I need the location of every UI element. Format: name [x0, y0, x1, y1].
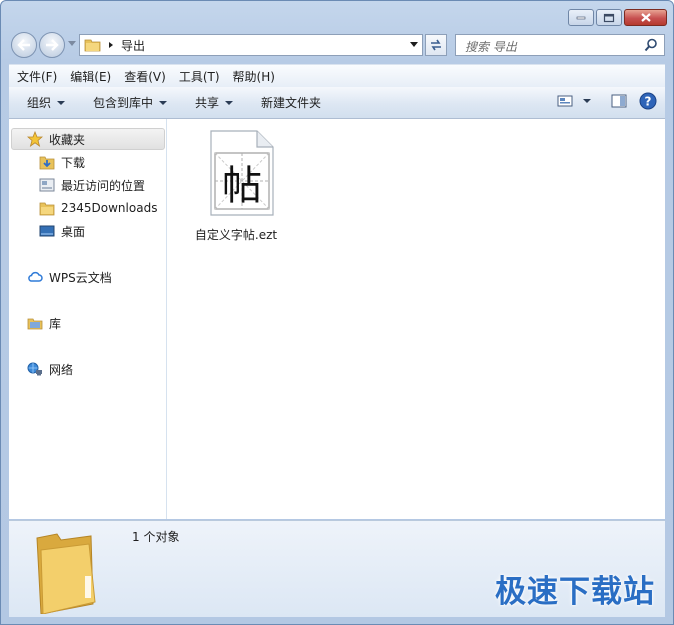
maximize-button[interactable] — [596, 9, 622, 26]
menu-edit[interactable]: 编辑(E) — [65, 68, 116, 85]
address-path: 导出 — [121, 38, 146, 53]
minimize-icon — [576, 16, 586, 19]
address-dropdown-icon[interactable] — [410, 42, 418, 48]
nav-item-network[interactable]: 网络 — [27, 359, 73, 379]
arrow-left-icon — [17, 39, 30, 51]
library-icon — [27, 318, 43, 330]
nav-item-2345downloads[interactable]: 2345Downloads — [39, 198, 157, 218]
file-name: 自定义字帖.ezt — [194, 228, 278, 242]
new-folder-button[interactable]: 新建文件夹 — [253, 91, 329, 115]
nav-item-favorites[interactable]: 收藏夹 — [27, 129, 85, 149]
cloud-icon — [28, 271, 43, 282]
nav-item-network-label: 网络 — [49, 362, 74, 377]
nav-item-2345downloads-label: 2345Downloads — [61, 201, 158, 215]
nav-item-wps-cloud-label: WPS云文档 — [49, 270, 112, 285]
nav-item-libraries-label: 库 — [49, 316, 62, 331]
nav-item-wps-cloud[interactable]: WPS云文档 — [27, 267, 112, 287]
search-icon[interactable] — [644, 38, 658, 52]
nav-item-libraries[interactable]: 库 — [27, 313, 61, 333]
menu-tools[interactable]: 工具(T) — [174, 68, 225, 85]
navigation-pane: 收藏夹 下载 最近访问的位置 2345Downloads 桌面 WPS云文档 库 — [9, 119, 167, 519]
refresh-icon — [431, 39, 441, 51]
navigation-bar: 导出 搜索 导出 — [9, 32, 665, 58]
star-icon — [27, 131, 43, 147]
nav-item-desktop-label: 桌面 — [61, 224, 86, 239]
watermark-text: 极速下载站 — [495, 574, 655, 610]
recent-pages-chevron-icon[interactable] — [68, 41, 76, 47]
include-chevron-icon — [159, 100, 168, 105]
include-in-library-label: 包含到库中 — [93, 96, 154, 110]
breadcrumb-arrow-icon[interactable] — [107, 41, 115, 49]
preview-pane-icon[interactable] — [611, 94, 627, 108]
desktop-icon — [39, 225, 55, 237]
address-bar[interactable]: 导出 — [79, 34, 423, 56]
document-icon: 帖 — [210, 130, 274, 216]
explorer-window: 导出 搜索 导出 文件(F) 编辑(E) 查看(V) 工具(T) 帮助(H) 组… — [0, 0, 674, 625]
downloads-folder-icon — [39, 156, 55, 170]
menu-file[interactable]: 文件(F) — [12, 68, 62, 85]
folder-icon — [39, 202, 55, 216]
share-label: 共享 — [195, 96, 220, 110]
menu-view[interactable]: 查看(V) — [119, 68, 171, 85]
minimize-button[interactable] — [568, 9, 594, 26]
nav-item-recent-label: 最近访问的位置 — [61, 178, 146, 193]
nav-item-recent[interactable]: 最近访问的位置 — [39, 175, 145, 195]
share-chevron-icon — [225, 100, 234, 105]
item-count: 1 个对象 — [132, 530, 180, 544]
view-chevron-icon — [583, 99, 591, 103]
search-placeholder: 搜索 导出 — [465, 40, 517, 54]
close-button[interactable] — [624, 9, 667, 26]
details-pane: 1 个对象 极速下载站 — [9, 520, 665, 617]
help-icon[interactable]: ? — [639, 92, 657, 110]
arrow-right-icon — [46, 39, 59, 51]
network-icon — [27, 362, 42, 376]
file-list: 帖 自定义字帖.ezt — [167, 119, 665, 519]
refresh-button[interactable] — [425, 34, 447, 56]
large-folder-icon — [36, 533, 96, 614]
close-icon — [640, 13, 651, 22]
svg-text:?: ? — [645, 95, 652, 109]
menu-bar: 文件(F) 编辑(E) 查看(V) 工具(T) 帮助(H) — [9, 64, 665, 87]
nav-item-downloads[interactable]: 下载 — [39, 152, 85, 172]
view-icon — [557, 95, 573, 107]
file-glyph: 帖 — [222, 163, 262, 209]
back-button[interactable] — [11, 32, 37, 58]
maximize-icon — [603, 13, 615, 22]
organize-button[interactable]: 组织 — [19, 91, 73, 115]
nav-item-downloads-label: 下载 — [61, 155, 86, 170]
include-in-library-button[interactable]: 包含到库中 — [85, 91, 175, 115]
organize-label: 组织 — [27, 96, 52, 110]
new-folder-label: 新建文件夹 — [261, 96, 322, 110]
folder-icon — [84, 39, 101, 52]
view-controls: ? — [557, 92, 657, 110]
change-view-button[interactable] — [557, 95, 591, 107]
command-bar: 组织 包含到库中 共享 新建文件夹 ? — [9, 87, 665, 119]
search-box[interactable]: 搜索 导出 — [455, 34, 665, 56]
caption-buttons — [568, 9, 667, 26]
menu-help[interactable]: 帮助(H) — [228, 68, 280, 85]
recent-places-icon — [39, 178, 55, 192]
share-button[interactable]: 共享 — [187, 91, 241, 115]
nav-item-favorites-label: 收藏夹 — [49, 132, 86, 147]
organize-chevron-icon — [57, 100, 66, 105]
forward-button[interactable] — [39, 32, 65, 58]
nav-item-desktop[interactable]: 桌面 — [39, 221, 85, 241]
file-item[interactable]: 帖 自定义字帖.ezt — [191, 129, 281, 243]
